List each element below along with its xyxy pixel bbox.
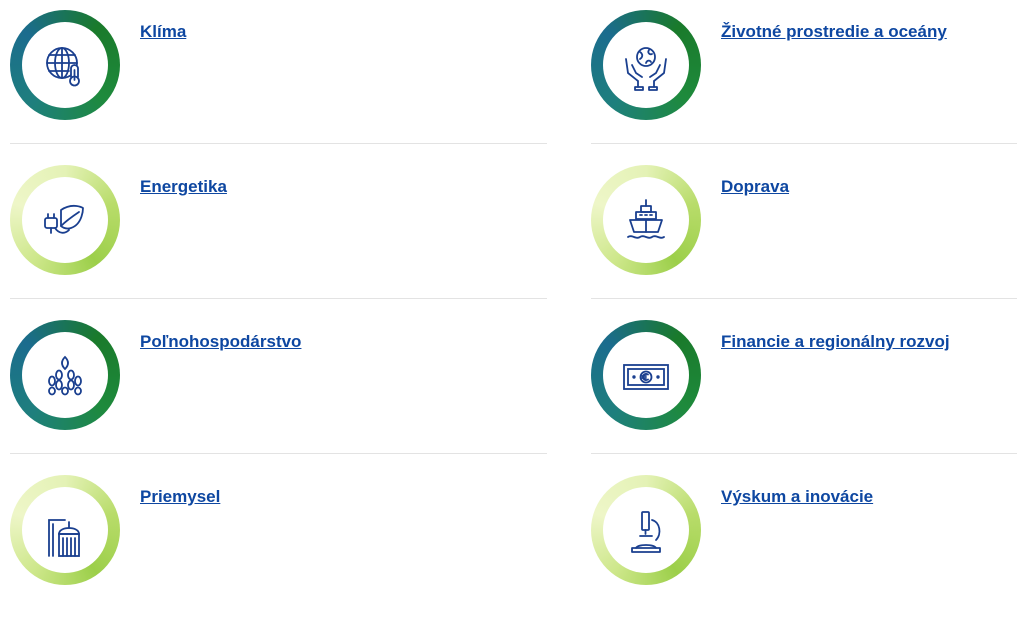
topic-item-polnohospodarstvo[interactable]: Poľnohospodárstvo — [10, 320, 547, 474]
topic-link-klima[interactable]: Klíma — [140, 22, 186, 42]
topic-item-klima[interactable]: Klíma — [10, 10, 547, 164]
wheat-icon — [35, 345, 95, 405]
topic-link-vyskum[interactable]: Výskum a inovácie — [721, 487, 873, 507]
hands-globe-icon — [616, 35, 676, 95]
topic-item-financie[interactable]: Financie a regionálny rozvoj — [591, 320, 1017, 474]
topic-item-vyskum[interactable]: Výskum a inovácie — [591, 475, 1017, 629]
euro-banknote-icon — [616, 345, 676, 405]
ship-icon — [616, 190, 676, 250]
topic-link-doprava[interactable]: Doprava — [721, 177, 789, 197]
topic-item-zivotne-prostredie[interactable]: Životné prostredie a oceány — [591, 10, 1017, 164]
topic-link-financie[interactable]: Financie a regionálny rozvoj — [721, 332, 950, 352]
topic-link-zivotne-prostredie[interactable]: Životné prostredie a oceány — [721, 22, 947, 42]
topic-link-polnohospodarstvo[interactable]: Poľnohospodárstvo — [140, 332, 301, 352]
topics-grid: Klíma Energetika Poľnohospodárstvo Priem… — [0, 0, 1017, 585]
industry-tank-icon — [35, 500, 95, 560]
globe-thermometer-icon — [35, 35, 95, 95]
plug-leaf-icon — [35, 190, 95, 250]
topic-item-energetika[interactable]: Energetika — [10, 165, 547, 319]
topic-link-priemysel[interactable]: Priemysel — [140, 487, 220, 507]
microscope-icon — [616, 500, 676, 560]
topic-item-doprava[interactable]: Doprava — [591, 165, 1017, 319]
topic-item-priemysel[interactable]: Priemysel — [10, 475, 547, 629]
topic-link-energetika[interactable]: Energetika — [140, 177, 227, 197]
